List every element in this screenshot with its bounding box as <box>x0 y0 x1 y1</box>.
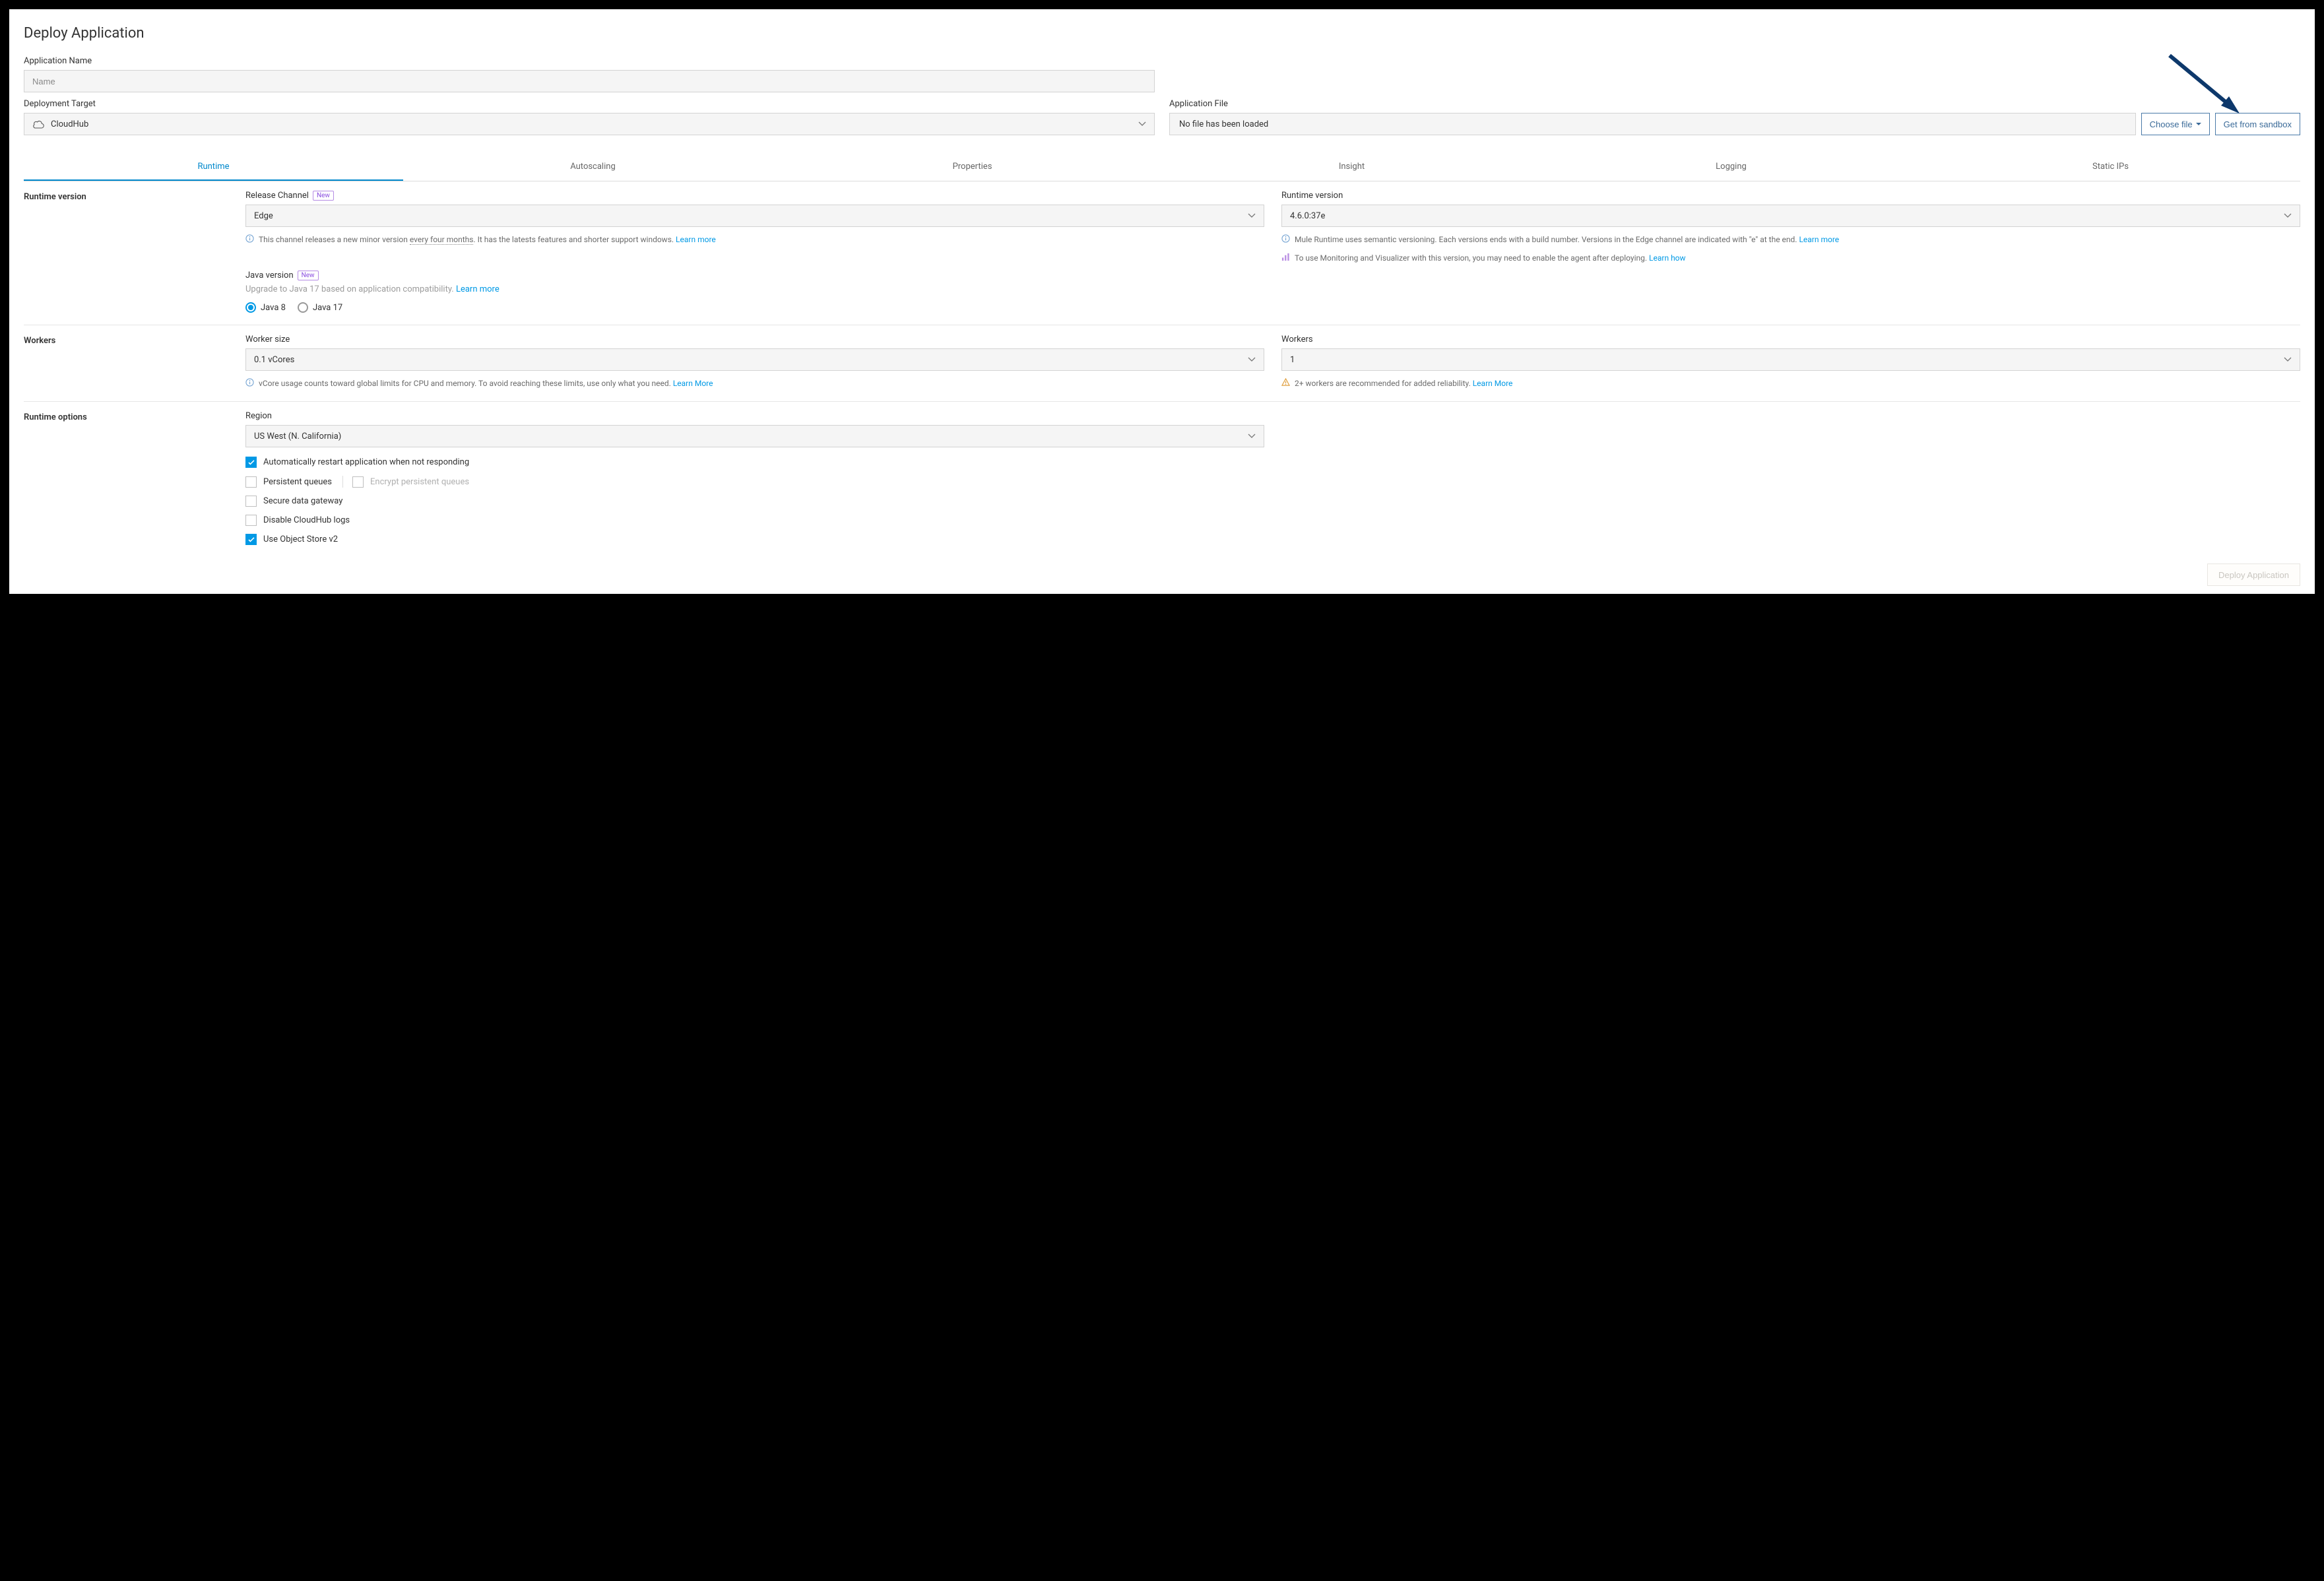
chevron-down-icon <box>1138 121 1146 127</box>
check-icon <box>248 537 255 542</box>
deploy-target-label: Deployment Target <box>24 99 1155 109</box>
caret-down-icon <box>2196 123 2201 125</box>
release-channel-learn-more-link[interactable]: Learn more <box>676 235 716 244</box>
encrypt-queues-label: Encrypt persistent queues <box>370 477 469 487</box>
new-badge: New <box>298 271 319 280</box>
app-name-label: Application Name <box>24 56 1155 66</box>
encrypt-queues-checkbox[interactable] <box>352 476 364 488</box>
worker-size-label: Worker size <box>245 335 1264 344</box>
persistent-queues-checkbox[interactable] <box>245 476 257 488</box>
tab-runtime[interactable]: Runtime <box>24 154 403 181</box>
page-title: Deploy Application <box>24 25 2300 42</box>
chevron-down-icon <box>1248 434 1256 439</box>
info-icon <box>1281 234 1290 243</box>
tab-properties[interactable]: Properties <box>783 154 1162 181</box>
section-workers: Workers <box>24 335 239 389</box>
check-icon <box>248 460 255 465</box>
chevron-down-icon <box>1248 213 1256 218</box>
deploy-target-select[interactable]: CloudHub <box>24 113 1155 135</box>
section-runtime-version: Runtime version <box>24 191 239 313</box>
disable-logs-label: Disable CloudHub logs <box>263 515 350 525</box>
app-file-display: No file has been loaded <box>1169 113 2136 135</box>
runtime-version-select[interactable]: 4.6.0:37e <box>1281 205 2300 227</box>
deploy-application-button[interactable]: Deploy Application <box>2207 564 2300 586</box>
tabs-bar: Runtime Autoscaling Properties Insight L… <box>24 154 2300 181</box>
workers-learn-more-link[interactable]: Learn More <box>1473 379 1513 388</box>
runtime-version-learn-more-link[interactable]: Learn more <box>1799 235 1839 244</box>
warning-icon <box>1281 378 1290 387</box>
java-learn-more-link[interactable]: Learn more <box>456 284 500 294</box>
get-from-sandbox-button[interactable]: Get from sandbox <box>2215 113 2300 135</box>
info-icon <box>245 378 254 387</box>
tab-logging[interactable]: Logging <box>1541 154 1921 181</box>
tab-autoscaling[interactable]: Autoscaling <box>403 154 783 181</box>
app-name-input[interactable] <box>24 70 1155 92</box>
info-icon <box>245 234 254 243</box>
tab-insight[interactable]: Insight <box>1162 154 1541 181</box>
app-file-label: Application File <box>1169 99 2300 109</box>
section-runtime-options: Runtime options <box>24 411 239 545</box>
chevron-down-icon <box>2284 213 2292 218</box>
chart-icon <box>1281 253 1290 261</box>
workers-count-select[interactable]: 1 <box>1281 348 2300 371</box>
runtime-version-label: Runtime version <box>1281 191 2300 201</box>
java-8-radio[interactable]: Java 8 <box>245 302 286 313</box>
secure-gateway-label: Secure data gateway <box>263 496 342 506</box>
auto-restart-checkbox[interactable] <box>245 457 257 468</box>
region-select[interactable]: US West (N. California) <box>245 425 1264 447</box>
cloud-icon <box>32 119 44 129</box>
disable-logs-checkbox[interactable] <box>245 515 257 526</box>
chevron-down-icon <box>2284 357 2292 362</box>
persistent-queues-label: Persistent queues <box>263 477 332 487</box>
auto-restart-label: Automatically restart application when n… <box>263 457 469 467</box>
region-label: Region <box>245 411 1264 421</box>
chevron-down-icon <box>1248 357 1256 362</box>
worker-size-select[interactable]: 0.1 vCores <box>245 348 1264 371</box>
release-channel-label: Release Channel <box>245 191 309 201</box>
java-17-radio[interactable]: Java 17 <box>298 302 342 313</box>
java-version-label: Java version <box>245 271 294 280</box>
tab-static-ips[interactable]: Static IPs <box>1921 154 2300 181</box>
choose-file-button[interactable]: Choose file <box>2141 113 2210 135</box>
new-badge: New <box>313 191 334 201</box>
workers-count-label: Workers <box>1281 335 2300 344</box>
divider <box>342 476 343 488</box>
worker-size-learn-more-link[interactable]: Learn More <box>673 379 713 388</box>
runtime-monitor-learn-how-link[interactable]: Learn how <box>1649 253 1686 263</box>
object-store-checkbox[interactable] <box>245 534 257 545</box>
secure-gateway-checkbox[interactable] <box>245 496 257 507</box>
object-store-label: Use Object Store v2 <box>263 534 338 544</box>
release-channel-select[interactable]: Edge <box>245 205 1264 227</box>
